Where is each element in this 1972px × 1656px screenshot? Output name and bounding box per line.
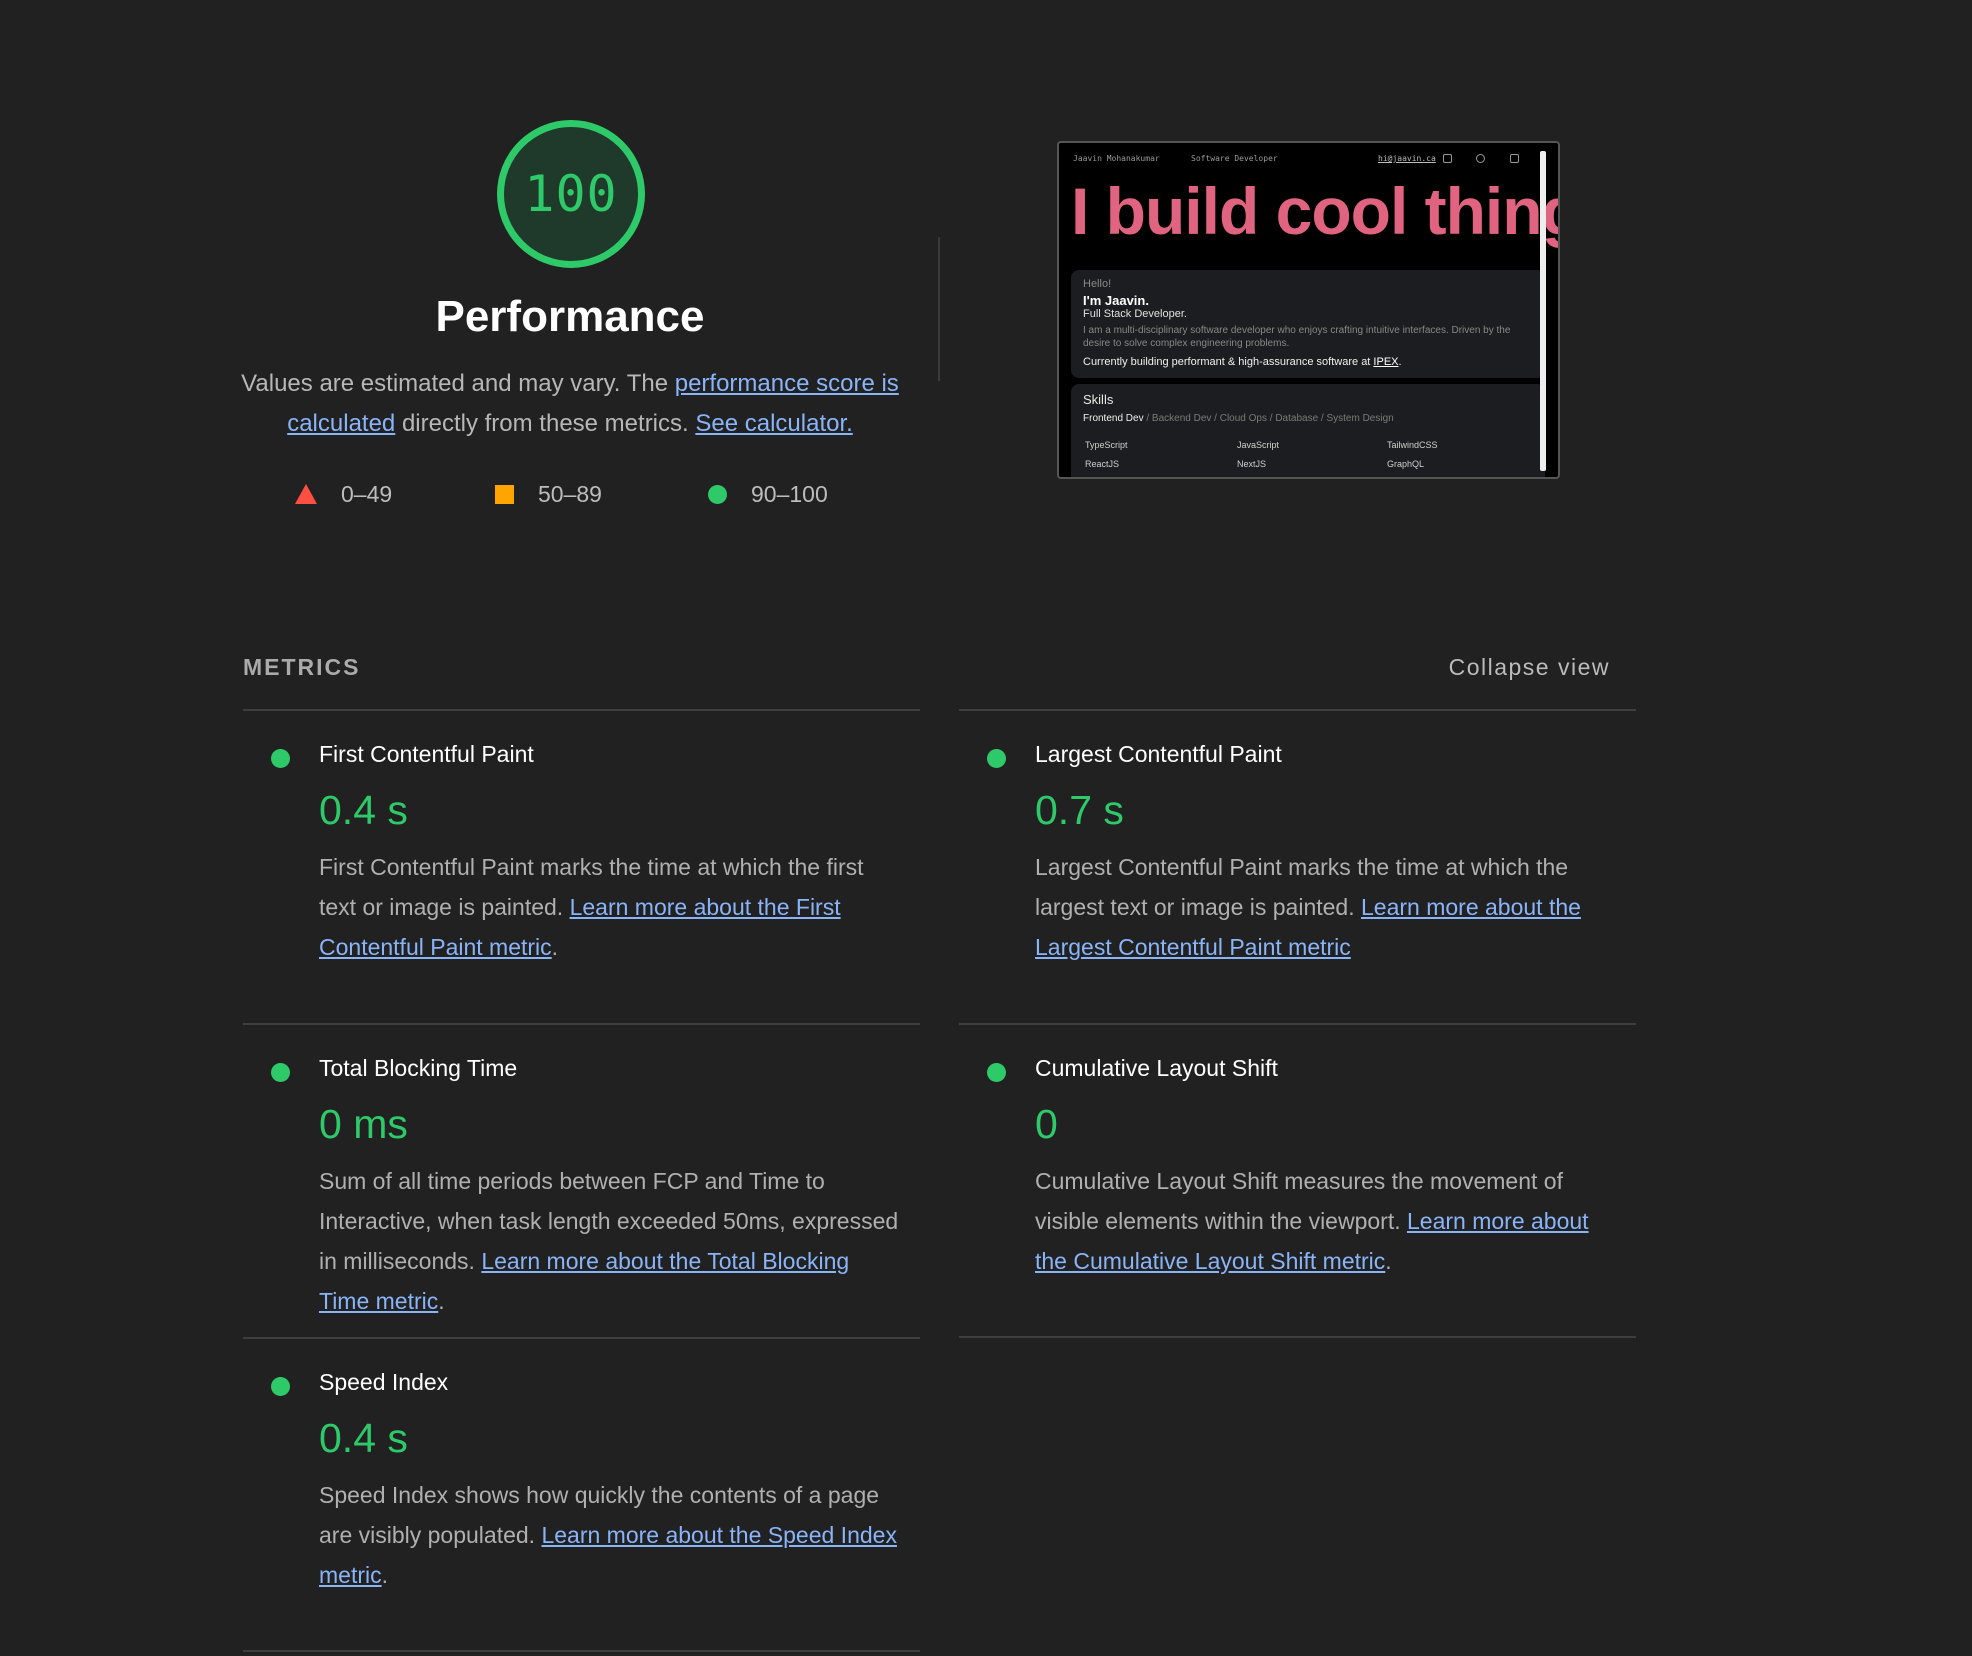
metric-value: 0 ms [319, 1101, 408, 1147]
thumb-role: Full Stack Developer. [1083, 308, 1187, 320]
thumb-current-text: Currently building performant & high-ass… [1083, 356, 1374, 368]
pass-circle-icon [271, 1377, 290, 1396]
metric-desc-suffix: . [1385, 1248, 1392, 1274]
thumb-company: IPEX [1373, 356, 1399, 368]
thumb-nav-email: hi@jaavin.ca [1378, 154, 1436, 163]
thumb-skill: NextJS [1237, 459, 1267, 469]
metric-largest-contentful-paint: Largest Contentful Paint 0.7 s Largest C… [959, 709, 1636, 1025]
thumb-skill: GraphQL [1387, 459, 1425, 469]
thumb-scrollbar [1540, 151, 1546, 471]
metric-description: Sum of all time periods between FCP and … [319, 1161, 899, 1321]
thumb-hello: Hello! [1083, 278, 1112, 290]
legend-range: 50–89 [538, 480, 602, 507]
thumb-name: I'm Jaavin. [1083, 293, 1149, 308]
metric-desc-suffix: . [381, 1562, 389, 1588]
thumb-skill: TailwindCSS [1387, 440, 1438, 450]
final-screenshot-thumbnail[interactable]: Jaavin Mohanakumar Software Developer hi… [1057, 141, 1560, 479]
github-icon [1476, 154, 1485, 163]
metric-title: Cumulative Layout Shift [1035, 1055, 1278, 1081]
legend-fail: 0–49 [295, 481, 495, 508]
document-icon [1510, 154, 1519, 163]
metrics-heading: METRICS [243, 654, 361, 680]
legend-range: 0–49 [341, 480, 393, 507]
thumb-intro-card: Hello! I'm Jaavin. Full Stack Developer.… [1071, 270, 1545, 378]
thumb-skill: TypeScript [1085, 440, 1128, 450]
legend-range: 90–100 [751, 480, 828, 507]
metric-first-contentful-paint: First Contentful Paint 0.4 s First Conte… [243, 709, 920, 1025]
score-description: Values are estimated and may vary. The p… [240, 364, 900, 444]
pass-circle-icon [271, 749, 290, 768]
metric-desc-suffix: . [551, 934, 559, 960]
legend-average: 50–89 [495, 481, 708, 508]
divider [938, 237, 940, 381]
metric-description: Cumulative Layout Shift measures the mov… [1035, 1161, 1615, 1281]
score-legend: 0–49 50–89 90–100 [295, 479, 828, 509]
legend-pass: 90–100 [708, 481, 828, 508]
see-calculator-link[interactable]: See calculator. [695, 410, 852, 437]
square-icon [495, 484, 514, 504]
metric-description: First Contentful Paint marks the time at… [319, 847, 899, 967]
metric-cumulative-layout-shift: Cumulative Layout Shift 0 Cumulative Lay… [959, 1023, 1636, 1338]
thumb-skills-title: Skills [1083, 392, 1114, 407]
thumb-skills-card: Skills Frontend Dev / Backend Dev / Clou… [1071, 384, 1545, 477]
mail-icon [1443, 154, 1452, 163]
thumb-skills-tabs: Frontend Dev / Backend Dev / Cloud Ops /… [1083, 413, 1533, 424]
thumb-skill: ReactJS [1085, 459, 1120, 469]
thumb-skills-other-tabs: / Backend Dev / Cloud Ops / Database / S… [1143, 413, 1394, 424]
score-gauge: 100 [497, 120, 645, 268]
thumb-bio: I am a multi-disciplinary software devel… [1083, 325, 1511, 349]
thumb-hero-heading: I build cool things [1071, 174, 1558, 248]
metric-description: Speed Index shows how quickly the conten… [319, 1475, 899, 1595]
metric-speed-index: Speed Index 0.4 s Speed Index shows how … [243, 1337, 920, 1652]
metric-value: 0.4 s [319, 1415, 408, 1461]
thumb-skills-active-tab: Frontend Dev [1083, 413, 1144, 424]
pass-circle-icon [271, 1063, 290, 1082]
collapse-view-toggle[interactable]: Collapse view [1449, 654, 1610, 681]
thumb-current-suffix: . [1398, 356, 1402, 368]
thumb-skill: JavaScript [1237, 440, 1280, 450]
score-section: 100 Performance Values are estimated and… [0, 0, 1972, 600]
metric-title: First Contentful Paint [319, 741, 534, 767]
thumb-nav-role: Software Developer [1191, 154, 1278, 163]
metric-value: 0 [1035, 1101, 1058, 1147]
metric-total-blocking-time: Total Blocking Time 0 ms Sum of all time… [243, 1023, 920, 1339]
desc-text: Values are estimated and may vary. The [241, 370, 675, 397]
metric-title: Largest Contentful Paint [1035, 741, 1282, 767]
metric-value: 0.4 s [319, 787, 408, 833]
metric-title: Total Blocking Time [319, 1055, 518, 1081]
thumb-current: Currently building performant & high-ass… [1083, 356, 1533, 368]
metric-value: 0.7 s [1035, 787, 1124, 833]
category-title: Performance [435, 292, 705, 341]
pass-circle-icon [987, 749, 1006, 768]
circle-icon [708, 484, 727, 504]
metric-desc-suffix: . [438, 1288, 445, 1314]
thumb-navbar: Jaavin Mohanakumar Software Developer hi… [1073, 154, 1528, 166]
metric-title: Speed Index [319, 1369, 449, 1395]
triangle-icon [295, 484, 317, 504]
score-value: 100 [524, 165, 618, 223]
desc-text: directly from these metrics. [395, 410, 696, 437]
metric-description: Largest Contentful Paint marks the time … [1035, 847, 1615, 967]
pass-circle-icon [987, 1063, 1006, 1082]
thumb-nav-name: Jaavin Mohanakumar [1073, 154, 1160, 163]
